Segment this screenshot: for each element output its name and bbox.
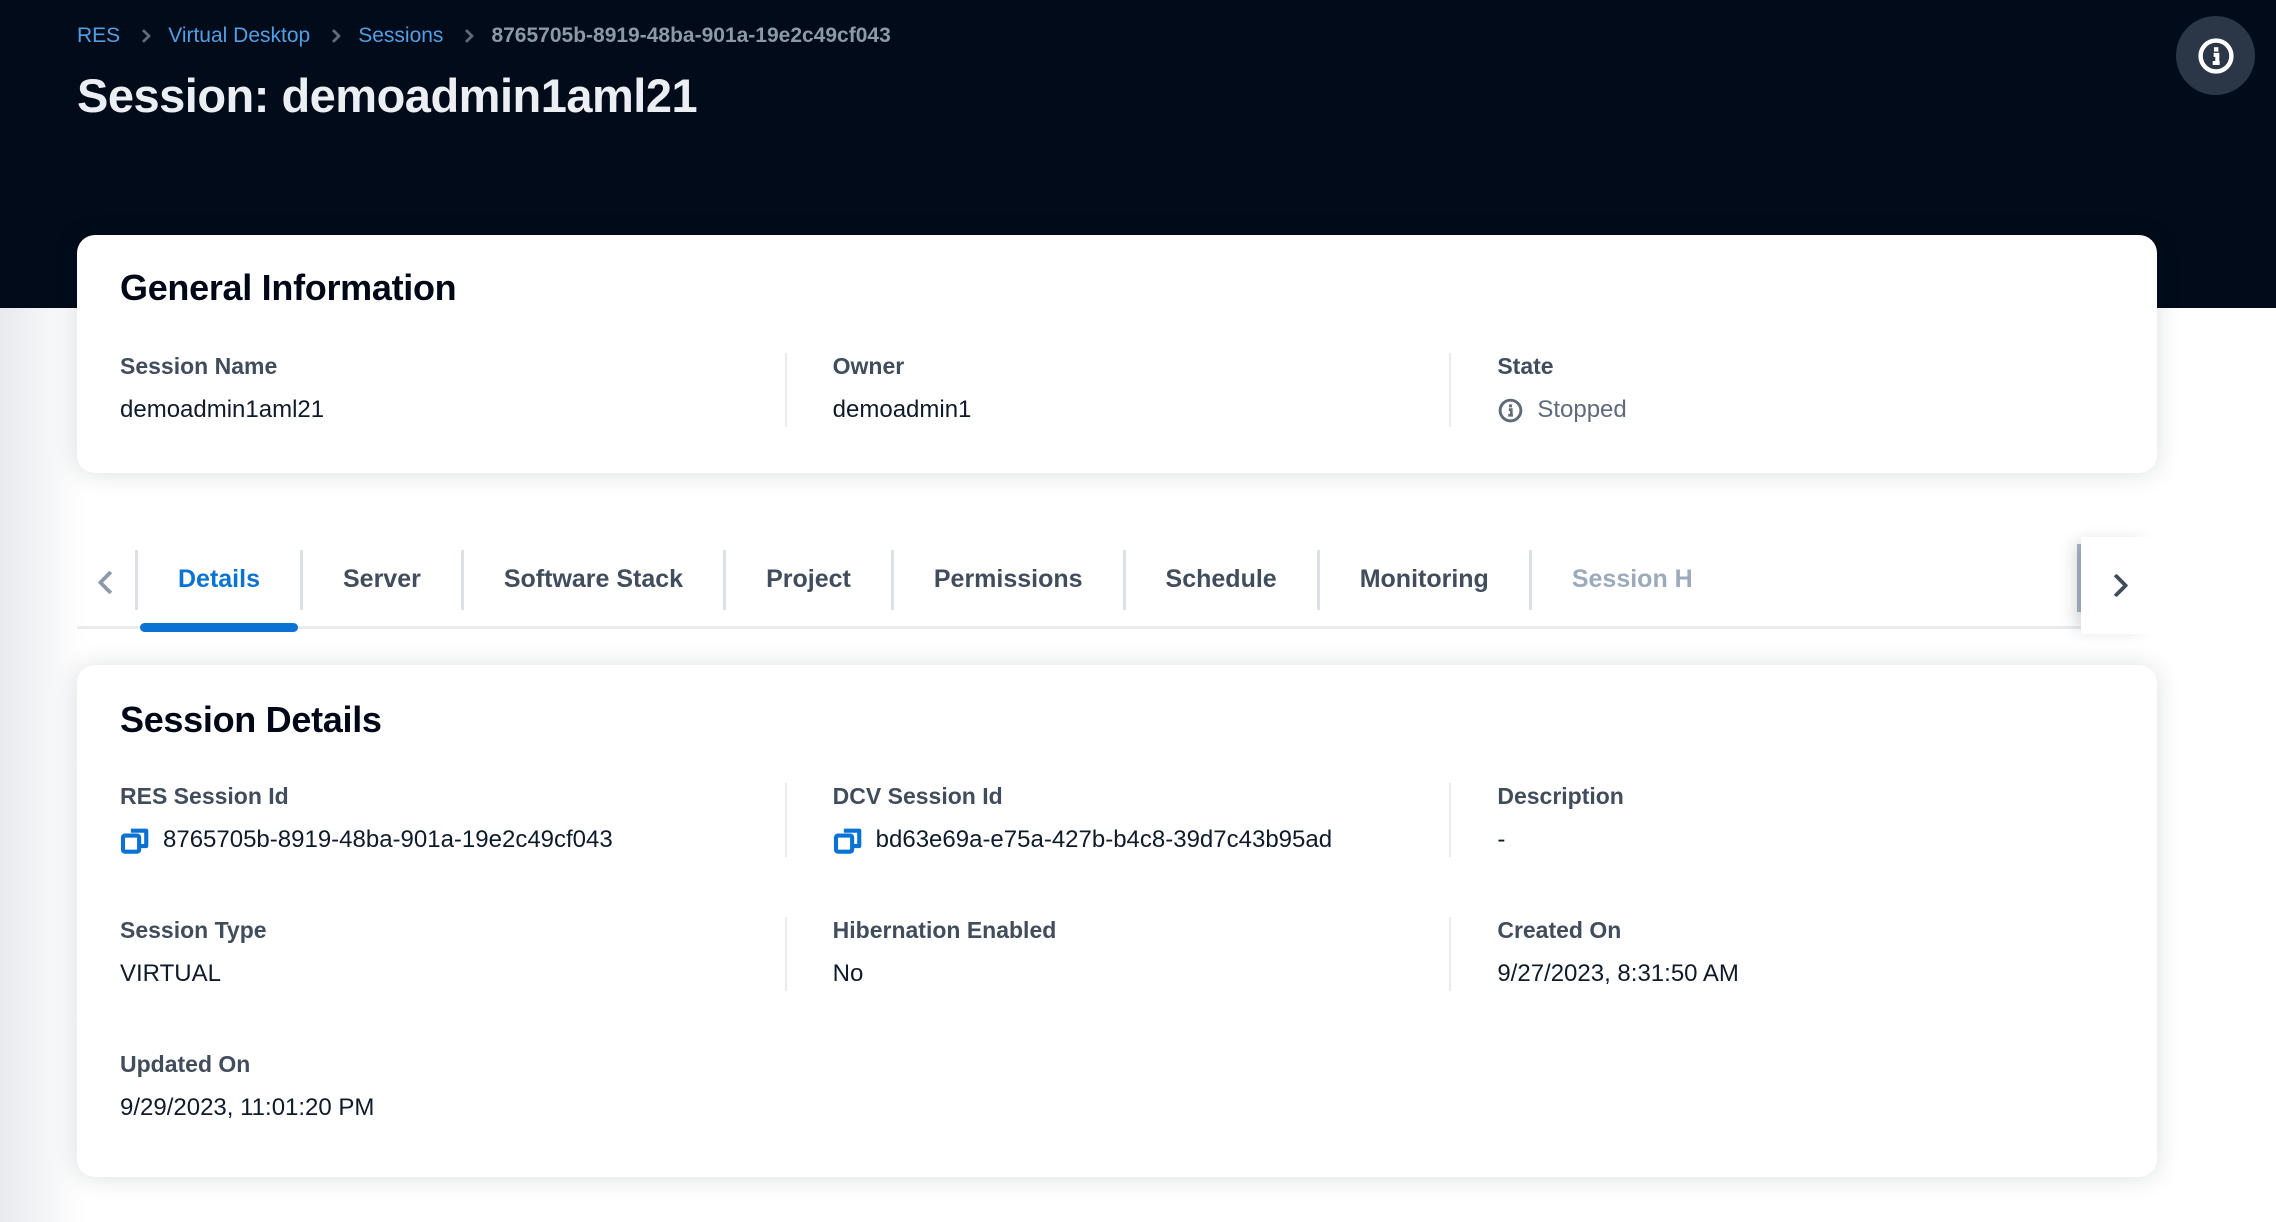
field-label: Session Type [120, 917, 741, 944]
tab-session-history[interactable]: Session H [1532, 539, 1733, 626]
chevron-right-icon [2104, 573, 2128, 597]
field-value: 9/29/2023, 11:01:20 PM [120, 1091, 741, 1125]
copy-button[interactable] [833, 825, 863, 855]
field-value: demoadmin1aml21 [120, 393, 741, 427]
field-label: Created On [1497, 917, 2070, 944]
content-area: General Information Session Name demoadm… [0, 235, 2276, 1177]
copy-icon [833, 825, 863, 855]
field-label: RES Session Id [120, 783, 741, 810]
general-information-grid: Session Name demoadmin1aml21 Owner demoa… [120, 353, 2114, 427]
tab-details[interactable]: Details [138, 539, 300, 626]
breadcrumb: RES Virtual Desktop Sessions 8765705b-89… [77, 24, 891, 48]
dcv-session-id-value: bd63e69a-e75a-427b-b4c8-39d7c43b95ad [876, 826, 1332, 854]
field-value: - [1497, 823, 2070, 857]
field-state: State Stopped [1449, 353, 2114, 427]
copy-button[interactable] [120, 825, 150, 855]
tab-project[interactable]: Project [726, 539, 891, 626]
field-label: Owner [833, 353, 1406, 380]
field-value: 8765705b-8919-48ba-901a-19e2c49cf043 [120, 823, 741, 857]
field-owner: Owner demoadmin1 [785, 353, 1450, 427]
breadcrumb-link-sessions[interactable]: Sessions [358, 24, 443, 48]
field-value: VIRTUAL [120, 957, 741, 991]
field-session-type: Session Type VIRTUAL [120, 917, 785, 991]
res-session-id-value: 8765705b-8919-48ba-901a-19e2c49cf043 [163, 826, 613, 854]
field-dcv-session-id: DCV Session Id bd63e69a-e75a-427b-b4c8-3… [785, 783, 1450, 857]
field-description: Description - [1449, 783, 2114, 857]
breadcrumb-link-res[interactable]: RES [77, 24, 120, 48]
info-button[interactable] [2176, 16, 2255, 95]
field-updated-on: Updated On 9/29/2023, 11:01:20 PM [120, 1051, 785, 1125]
field-hibernation-enabled: Hibernation Enabled No [785, 917, 1450, 991]
chevron-right-icon [460, 29, 474, 43]
status-badge: Stopped [1497, 393, 2070, 427]
tabs-scroll-left-button[interactable] [77, 539, 135, 626]
tab-server[interactable]: Server [303, 539, 461, 626]
field-created-on: Created On 9/27/2023, 8:31:50 AM [1449, 917, 2114, 991]
field-value: bd63e69a-e75a-427b-b4c8-39d7c43b95ad [833, 823, 1406, 857]
chevron-left-icon [97, 570, 121, 594]
general-information-card: General Information Session Name demoadm… [77, 235, 2157, 473]
field-label: Updated On [120, 1051, 741, 1078]
tab-software-stack[interactable]: Software Stack [464, 539, 723, 626]
field-value: demoadmin1 [833, 393, 1406, 427]
empty-cell [785, 1051, 1450, 1125]
field-value: 9/27/2023, 8:31:50 AM [1497, 957, 2070, 991]
session-detail-page: RES Virtual Desktop Sessions 8765705b-89… [0, 0, 2276, 1222]
copy-icon [120, 825, 150, 855]
breadcrumb-link-virtual-desktop[interactable]: Virtual Desktop [168, 24, 310, 48]
field-value: No [833, 957, 1406, 991]
empty-cell [1449, 1051, 2114, 1125]
status-info-icon [1497, 397, 1524, 424]
tab-schedule[interactable]: Schedule [1126, 539, 1317, 626]
session-details-heading: Session Details [120, 699, 2114, 741]
field-label: Session Name [120, 353, 741, 380]
session-details-grid: RES Session Id 8765705b-8919-48ba-901a-1… [120, 783, 2114, 1125]
info-icon [2194, 34, 2238, 78]
field-res-session-id: RES Session Id 8765705b-8919-48ba-901a-1… [120, 783, 785, 857]
field-label: State [1497, 353, 2070, 380]
field-label: DCV Session Id [833, 783, 1406, 810]
chevron-right-icon [137, 29, 151, 43]
session-details-card: Session Details RES Session Id [77, 665, 2157, 1177]
tab-monitoring[interactable]: Monitoring [1320, 539, 1529, 626]
tabs-scroll-right-button[interactable] [2081, 537, 2157, 634]
page-title: Session: demoadmin1aml21 [77, 68, 697, 123]
state-text: Stopped [1537, 396, 1626, 424]
field-label: Hibernation Enabled [833, 917, 1406, 944]
breadcrumb-current-session-id: 8765705b-8919-48ba-901a-19e2c49cf043 [491, 24, 890, 48]
field-label: Description [1497, 783, 2070, 810]
tab-permissions[interactable]: Permissions [894, 539, 1123, 626]
session-tabs: Details Server Software Stack Project Pe… [77, 539, 2157, 629]
general-information-heading: General Information [120, 267, 2114, 309]
field-session-name: Session Name demoadmin1aml21 [120, 353, 785, 427]
chevron-right-icon [327, 29, 341, 43]
